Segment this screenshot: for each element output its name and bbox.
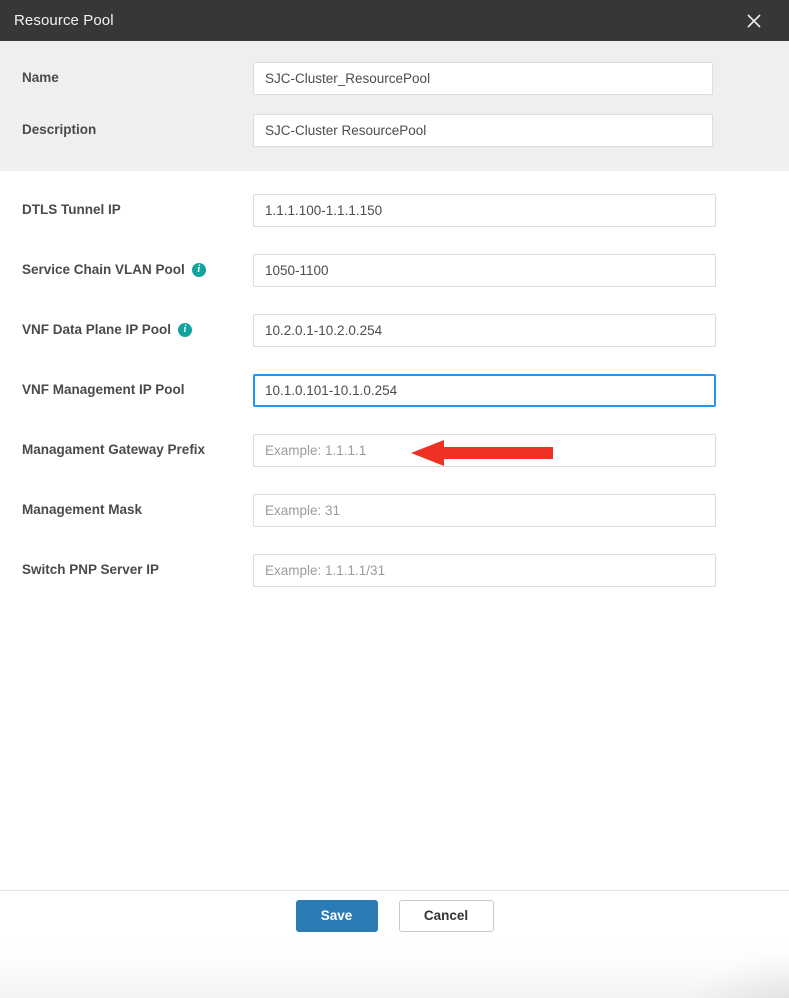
resource-pool-dialog: Resource Pool Name Description (0, 0, 789, 940)
label-dtls-tunnel-ip-text: DTLS Tunnel IP (22, 201, 121, 217)
label-name-text: Name (22, 69, 59, 85)
dialog-footer: Save Cancel (0, 890, 789, 940)
field-row-vnf-data-plane-ip-pool: VNF Data Plane IP Pool i (0, 311, 789, 349)
label-management-mask: Management Mask (0, 502, 253, 518)
field-row-switch-pnp-server-ip: Switch PNP Server IP (0, 551, 789, 589)
page-backdrop-shadow (659, 940, 789, 998)
label-management-mask-text: Management Mask (22, 501, 143, 517)
label-switch-pnp-server-ip: Switch PNP Server IP (0, 562, 253, 578)
identity-section: Name Description (0, 41, 789, 171)
name-input[interactable] (253, 61, 713, 95)
label-managament-gateway-prefix: Managament Gateway Prefix (0, 442, 253, 458)
field-row-service-chain-vlan-pool: Service Chain VLAN Pool i (0, 251, 789, 289)
label-vnf-data-plane-ip-pool: VNF Data Plane IP Pool i (0, 322, 253, 338)
label-service-chain-vlan-pool: Service Chain VLAN Pool i (0, 262, 253, 278)
managament-gateway-prefix-input[interactable] (253, 433, 716, 467)
label-service-chain-vlan-pool-text: Service Chain VLAN Pool (22, 261, 185, 277)
label-name: Name (0, 70, 253, 86)
label-description: Description (0, 122, 253, 138)
info-icon[interactable]: i (191, 263, 206, 277)
management-mask-input[interactable] (253, 493, 716, 527)
vnf-management-ip-pool-input[interactable] (253, 373, 716, 407)
save-button[interactable]: Save (295, 899, 378, 932)
field-row-dtls-tunnel-ip: DTLS Tunnel IP (0, 191, 789, 229)
cancel-button[interactable]: Cancel (398, 899, 494, 932)
label-vnf-management-ip-pool-text: VNF Management IP Pool (22, 381, 185, 397)
dialog-titlebar: Resource Pool (0, 0, 789, 41)
dtls-tunnel-ip-input[interactable] (253, 193, 716, 227)
vnf-data-plane-ip-pool-input[interactable] (253, 313, 716, 347)
form-body: Name Description DTLS Tunnel IP (0, 41, 789, 890)
label-switch-pnp-server-ip-text: Switch PNP Server IP (22, 561, 160, 577)
info-icon[interactable]: i (178, 323, 193, 337)
dialog-title: Resource Pool (14, 12, 114, 29)
field-row-vnf-management-ip-pool: VNF Management IP Pool (0, 371, 789, 409)
label-vnf-management-ip-pool: VNF Management IP Pool (0, 382, 253, 398)
close-icon[interactable] (741, 8, 767, 34)
label-vnf-data-plane-ip-pool-text: VNF Data Plane IP Pool (22, 321, 172, 337)
service-chain-vlan-pool-input[interactable] (253, 253, 716, 287)
field-row-name: Name (0, 59, 789, 97)
field-row-managament-gateway-prefix: Managament Gateway Prefix (0, 431, 789, 469)
field-row-description: Description (0, 111, 789, 149)
label-description-text: Description (22, 121, 97, 137)
pools-section: DTLS Tunnel IP Service Chain VLAN Pool i… (0, 171, 789, 589)
switch-pnp-server-ip-input[interactable] (253, 553, 716, 587)
description-input[interactable] (253, 113, 713, 147)
label-managament-gateway-prefix-text: Managament Gateway Prefix (22, 441, 206, 457)
label-dtls-tunnel-ip: DTLS Tunnel IP (0, 202, 253, 218)
field-row-management-mask: Management Mask (0, 491, 789, 529)
